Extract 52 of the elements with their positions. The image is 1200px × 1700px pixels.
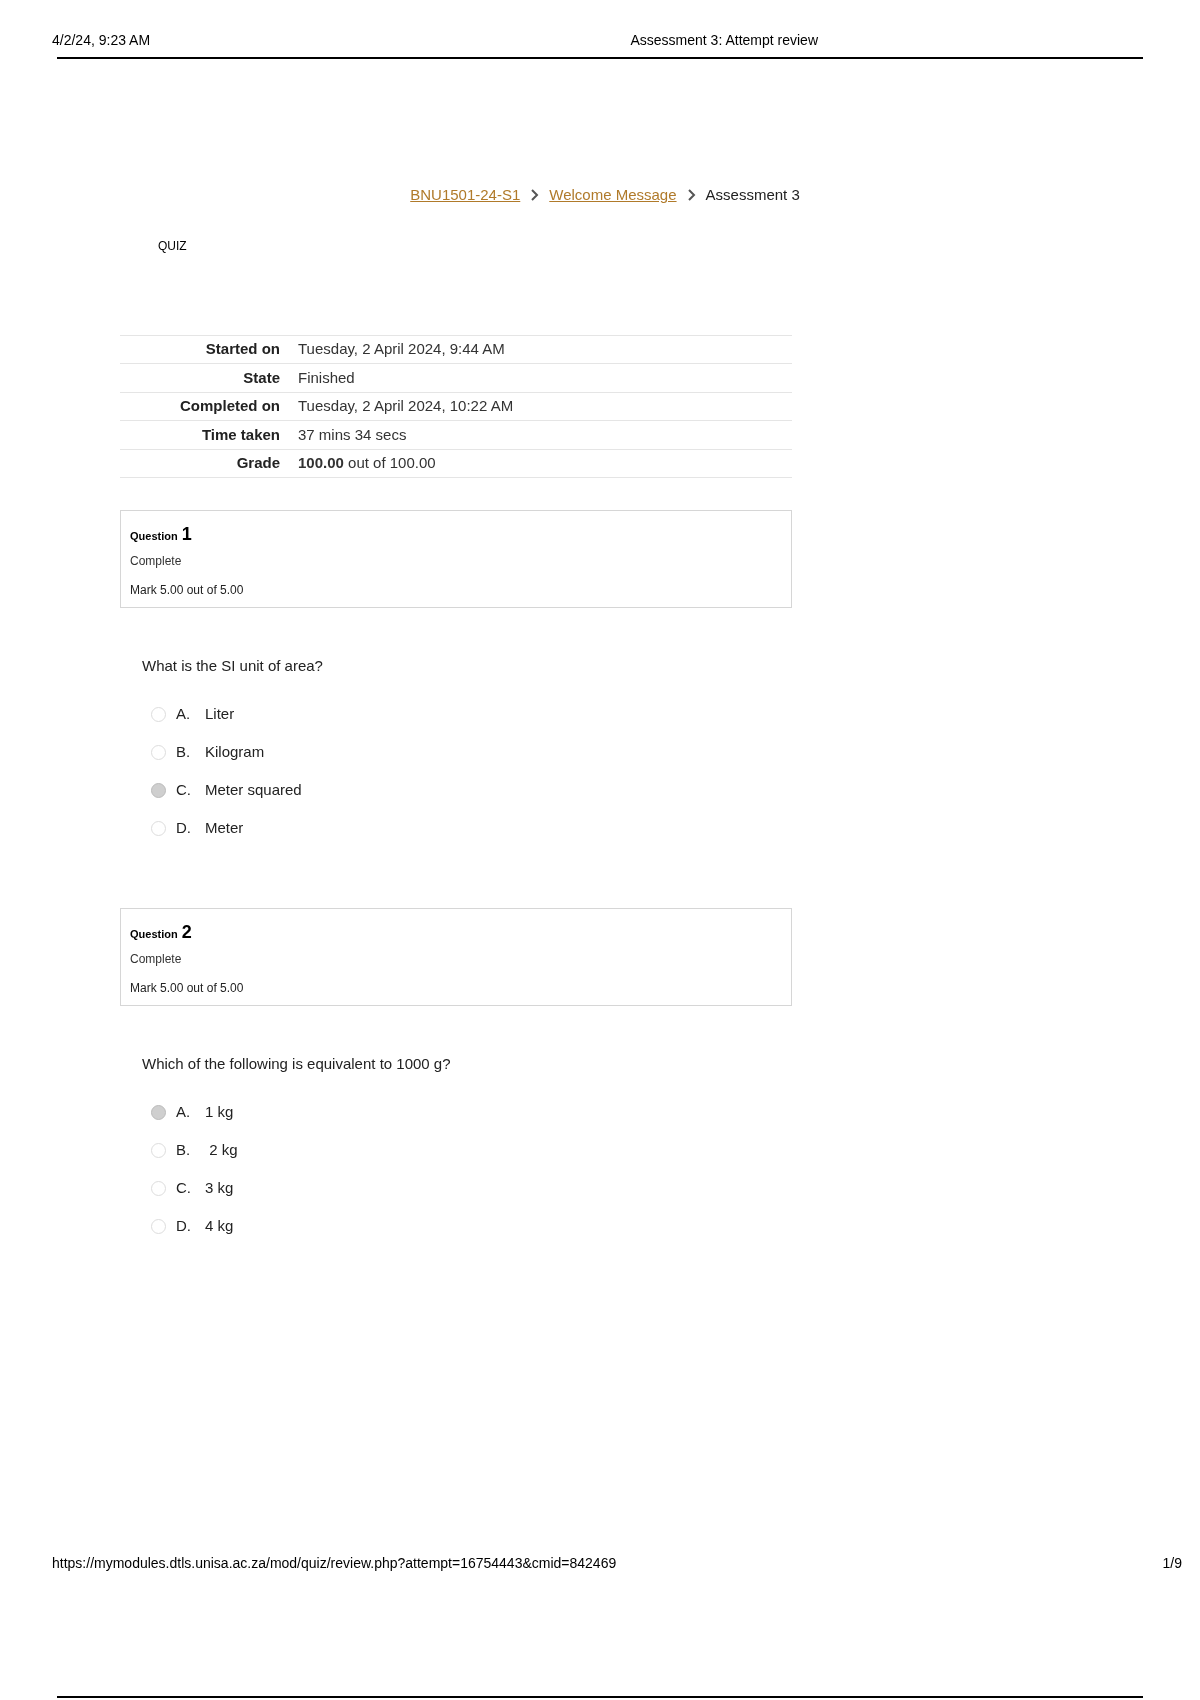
option-label: 2 kg: [208, 1139, 238, 1160]
question-mark: Mark 5.00 out of 5.00: [130, 582, 245, 599]
question-mark: Mark 5.00 out of 5.00: [130, 979, 245, 997]
chevron-icon: [686, 189, 696, 202]
summary-value: Finished: [298, 367, 355, 388]
option-label: Meter squared: [205, 780, 302, 801]
option-label: Liter: [205, 704, 235, 725]
question-text: Which of the following is equivalent to 1000 g?: [142, 1053, 452, 1074]
option-label: 4 kg: [205, 1215, 234, 1236]
radio-button[interactable]: [151, 1218, 166, 1234]
section-label: QUIZ: [158, 237, 188, 255]
question-status: Complete: [130, 553, 183, 570]
option-letter: C.: [176, 1177, 192, 1198]
option-label: 1 kg: [205, 1101, 234, 1122]
summary-value: Tuesday, 2 April 2024, 9:44 AM: [298, 339, 505, 359]
breadcrumb-current: Assessment 3: [705, 185, 800, 205]
summary-label: Completed on: [179, 396, 280, 416]
option-letter: D.: [176, 1215, 192, 1236]
option-letter: B.: [176, 1139, 192, 1160]
radio-button[interactable]: [151, 707, 166, 722]
question-number: Question 1: [130, 523, 193, 546]
option-letter: A.: [176, 1101, 192, 1122]
summary-label: Started on: [204, 339, 280, 359]
option-label: Kilogram: [205, 742, 265, 763]
option-label: 3 kg: [205, 1177, 234, 1198]
print-title: Assessment 3: Attempt review: [630, 31, 818, 50]
summary-value: Tuesday, 2 April 2024, 10:22 AM: [298, 396, 514, 416]
option-letter: B.: [176, 742, 192, 763]
question-text: What is the SI unit of area?: [142, 656, 324, 676]
summary-label: Grade: [235, 453, 280, 473]
print-date: 4/2/24, 9:23 AM: [52, 31, 151, 50]
summary-value: 37 mins 34 secs: [298, 424, 407, 445]
radio-button[interactable]: [151, 745, 166, 760]
question-number: Question 2: [130, 920, 193, 944]
option-label: Meter: [205, 818, 244, 839]
radio-button[interactable]: [151, 821, 166, 836]
breadcrumb-link[interactable]: BNU1501-24-S1: [410, 184, 521, 207]
option-letter: C.: [176, 780, 192, 801]
radio-button[interactable]: [151, 1104, 166, 1120]
radio-button[interactable]: [151, 783, 166, 798]
option-letter: A.: [176, 704, 192, 725]
radio-button[interactable]: [151, 1142, 166, 1158]
chevron-icon: [530, 189, 540, 202]
page-url: https://mymodules.dtls.unisa.ac.za/mod/quiz/review.php?attempt=16754443&cmid=842469: [52, 1554, 617, 1573]
radio-button[interactable]: [151, 1180, 166, 1196]
summary-value: 100.00 out of 100.00: [298, 453, 436, 473]
option-letter: D.: [176, 818, 192, 839]
summary-label: State: [242, 367, 280, 388]
question-status: Complete: [130, 950, 183, 968]
summary-label: Time taken: [200, 424, 280, 445]
page-number: 1/9: [1162, 1554, 1182, 1573]
breadcrumb-link[interactable]: Welcome Message: [549, 184, 677, 207]
